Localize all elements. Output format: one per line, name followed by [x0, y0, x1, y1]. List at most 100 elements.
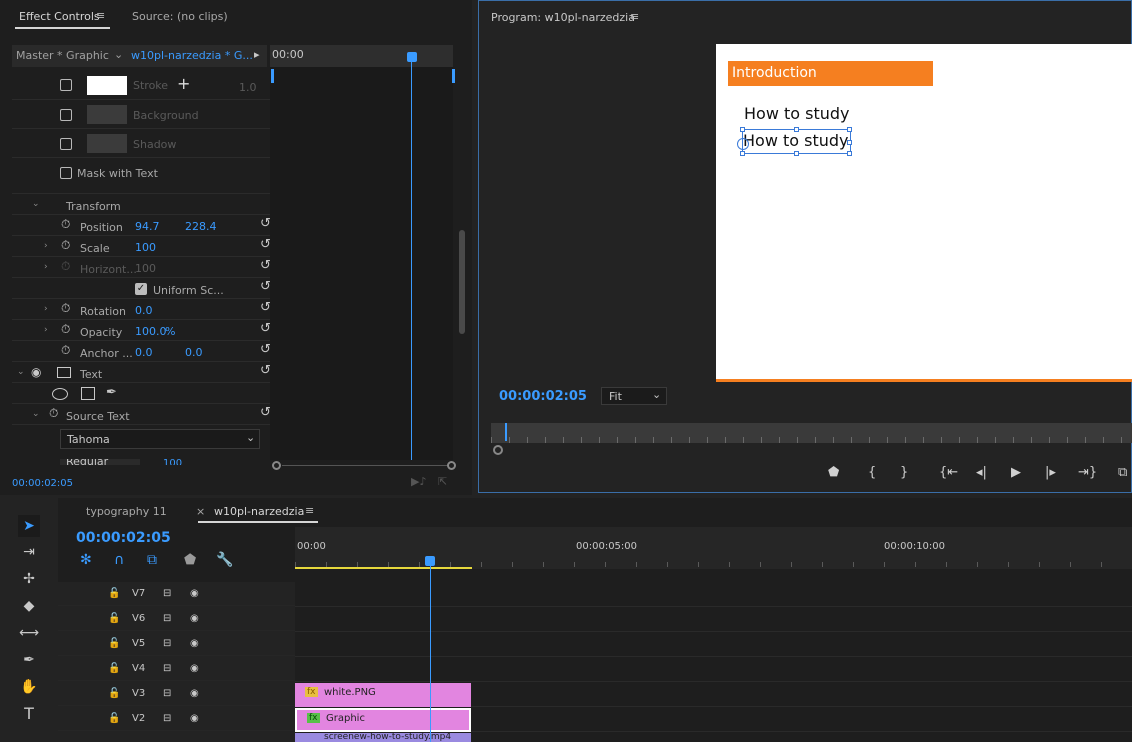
- ripple-edit-tool-icon[interactable]: ✢: [18, 568, 40, 590]
- scale-value[interactable]: 100: [135, 241, 156, 254]
- position-x-value[interactable]: 94.7: [135, 220, 160, 233]
- anchor-point-icon[interactable]: [737, 138, 749, 150]
- reset-icon[interactable]: ↺: [260, 216, 271, 231]
- rotation-value[interactable]: 0.0: [135, 304, 153, 317]
- eye-icon[interactable]: ◉: [31, 365, 41, 379]
- tab-menu-icon[interactable]: ≡: [96, 9, 105, 22]
- eye-icon[interactable]: ◉: [190, 713, 199, 724]
- pen-tool-icon[interactable]: ✒: [18, 649, 40, 671]
- razor-tool-icon[interactable]: ◆: [18, 595, 40, 617]
- mini-playhead-icon[interactable]: [407, 52, 417, 62]
- stopwatch-icon[interactable]: ⏱: [61, 238, 70, 253]
- clip-label[interactable]: w10pl-narzedzia * G...: [131, 49, 253, 62]
- bbox-handle[interactable]: [847, 151, 852, 156]
- fit-dropdown[interactable]: Fit ⌄: [601, 387, 667, 405]
- anchor-y-value[interactable]: 0.0: [185, 346, 203, 359]
- tab-sequence[interactable]: w10pl-narzedzia: [214, 505, 304, 518]
- position-y-value[interactable]: 228.4: [185, 220, 217, 233]
- lock-icon[interactable]: 🔓: [108, 688, 120, 699]
- scrollbar[interactable]: [459, 230, 465, 334]
- ellipse-mask-icon[interactable]: [52, 388, 68, 400]
- timeline-menu-icon[interactable]: ≡: [305, 504, 314, 517]
- bbox-handle[interactable]: [740, 151, 745, 156]
- filter-icon[interactable]: ▶♪: [411, 475, 426, 488]
- sync-icon[interactable]: ⊟: [163, 688, 171, 699]
- eye-icon[interactable]: ◉: [190, 588, 199, 599]
- timeline-timecode[interactable]: 00:00:02:05: [76, 530, 171, 546]
- stopwatch-icon[interactable]: ⏱: [61, 322, 70, 337]
- master-label[interactable]: Master * Graphic: [16, 49, 109, 62]
- stopwatch-icon[interactable]: ⏱: [49, 406, 58, 421]
- reset-icon[interactable]: ↺: [260, 237, 271, 252]
- slip-tool-icon[interactable]: ⟷: [18, 622, 40, 644]
- track-v2[interactable]: 🔓 V2 ⊟ ◉: [58, 707, 295, 731]
- rectangle-mask-icon[interactable]: [81, 387, 95, 400]
- zoom-start-handle[interactable]: [272, 461, 281, 470]
- shadow-checkbox[interactable]: [60, 138, 72, 150]
- sync-icon[interactable]: ⊟: [163, 638, 171, 649]
- out-marker[interactable]: [452, 69, 455, 83]
- close-icon[interactable]: ×: [196, 505, 205, 518]
- chevron-right-icon[interactable]: ›: [44, 325, 48, 335]
- marker-icon[interactable]: ⬟: [828, 465, 839, 480]
- video-frame[interactable]: Introduction How to study How to study: [716, 44, 1132, 379]
- plus-icon[interactable]: +: [177, 74, 190, 93]
- track-v5[interactable]: 🔓 V5 ⊟ ◉: [58, 632, 295, 656]
- lock-icon[interactable]: 🔓: [108, 613, 120, 624]
- shadow-color-swatch[interactable]: [87, 134, 127, 153]
- track-v6[interactable]: 🔓 V6 ⊟ ◉: [58, 607, 295, 631]
- zoom-end-handle[interactable]: [447, 461, 456, 470]
- stroke-color-swatch[interactable]: [87, 76, 127, 95]
- stopwatch-icon[interactable]: ⏱: [61, 217, 70, 232]
- chevron-down-icon[interactable]: ⌄: [17, 367, 25, 377]
- font-dropdown[interactable]: Tahoma ⌄: [60, 429, 260, 449]
- nest-icon[interactable]: ✻: [80, 552, 92, 568]
- insert-icon[interactable]: ⧉: [1118, 465, 1127, 480]
- reset-icon[interactable]: ↺: [260, 300, 271, 315]
- lock-icon[interactable]: 🔓: [108, 663, 120, 674]
- chevron-down-icon[interactable]: ⌄: [32, 199, 40, 209]
- lock-icon[interactable]: 🔓: [108, 713, 120, 724]
- bbox-handle[interactable]: [794, 151, 799, 156]
- opacity-value[interactable]: 100.0: [135, 325, 167, 338]
- stroke-checkbox[interactable]: [60, 79, 72, 91]
- effect-timecode[interactable]: 00:00:02:05: [12, 478, 73, 489]
- timeline-ruler[interactable]: 00:00 00:00:05:00 00:00:10:00: [295, 527, 1132, 569]
- step-back-icon[interactable]: ◂|: [976, 465, 987, 480]
- in-marker[interactable]: [271, 69, 274, 83]
- bbox-handle[interactable]: [794, 127, 799, 132]
- play-triangle-icon[interactable]: ▸: [254, 48, 260, 61]
- track-v4[interactable]: 🔓 V4 ⊟ ◉: [58, 657, 295, 681]
- eye-icon[interactable]: ◉: [190, 663, 199, 674]
- mark-in-icon[interactable]: {: [868, 465, 876, 480]
- tab-effect-controls[interactable]: Effect Controls: [19, 10, 100, 23]
- chevron-down-icon[interactable]: ⌄: [32, 409, 40, 419]
- reset-icon[interactable]: ↺: [260, 279, 271, 294]
- export-icon[interactable]: ⇱: [438, 475, 447, 488]
- stopwatch-icon[interactable]: ⏱: [61, 301, 70, 316]
- eye-icon[interactable]: ◉: [190, 638, 199, 649]
- lock-icon[interactable]: 🔓: [108, 638, 120, 649]
- selected-text-box[interactable]: How to study: [737, 127, 852, 156]
- mask-with-text-checkbox[interactable]: [60, 167, 72, 179]
- chevron-right-icon[interactable]: ›: [44, 241, 48, 251]
- background-checkbox[interactable]: [60, 109, 72, 121]
- go-to-in-icon[interactable]: {⇤: [939, 465, 958, 480]
- step-forward-icon[interactable]: |▸: [1045, 465, 1056, 480]
- pen-mask-icon[interactable]: ✒: [106, 385, 117, 400]
- snap-icon[interactable]: ∩: [114, 552, 124, 568]
- bbox-handle[interactable]: [847, 140, 852, 145]
- clip-screen-video[interactable]: screenew-how-to-study.mp4: [295, 733, 471, 742]
- track-v7[interactable]: 🔓 V7 ⊟ ◉: [58, 582, 295, 606]
- transform-box-icon[interactable]: [57, 367, 71, 378]
- sync-icon[interactable]: ⊟: [163, 713, 171, 724]
- uniform-scale-checkbox[interactable]: ✓: [135, 283, 147, 295]
- play-icon[interactable]: ▶: [1011, 465, 1021, 480]
- program-time-ruler[interactable]: [491, 423, 1132, 443]
- program-timecode[interactable]: 00:00:02:05: [499, 389, 587, 404]
- work-area-bar[interactable]: [295, 567, 472, 569]
- track-v3[interactable]: 🔓 V3 ⊟ ◉: [58, 682, 295, 706]
- tab-source[interactable]: Source: (no clips): [132, 10, 228, 23]
- program-playhead[interactable]: [505, 423, 507, 441]
- chevron-down-icon[interactable]: ⌄: [114, 48, 123, 61]
